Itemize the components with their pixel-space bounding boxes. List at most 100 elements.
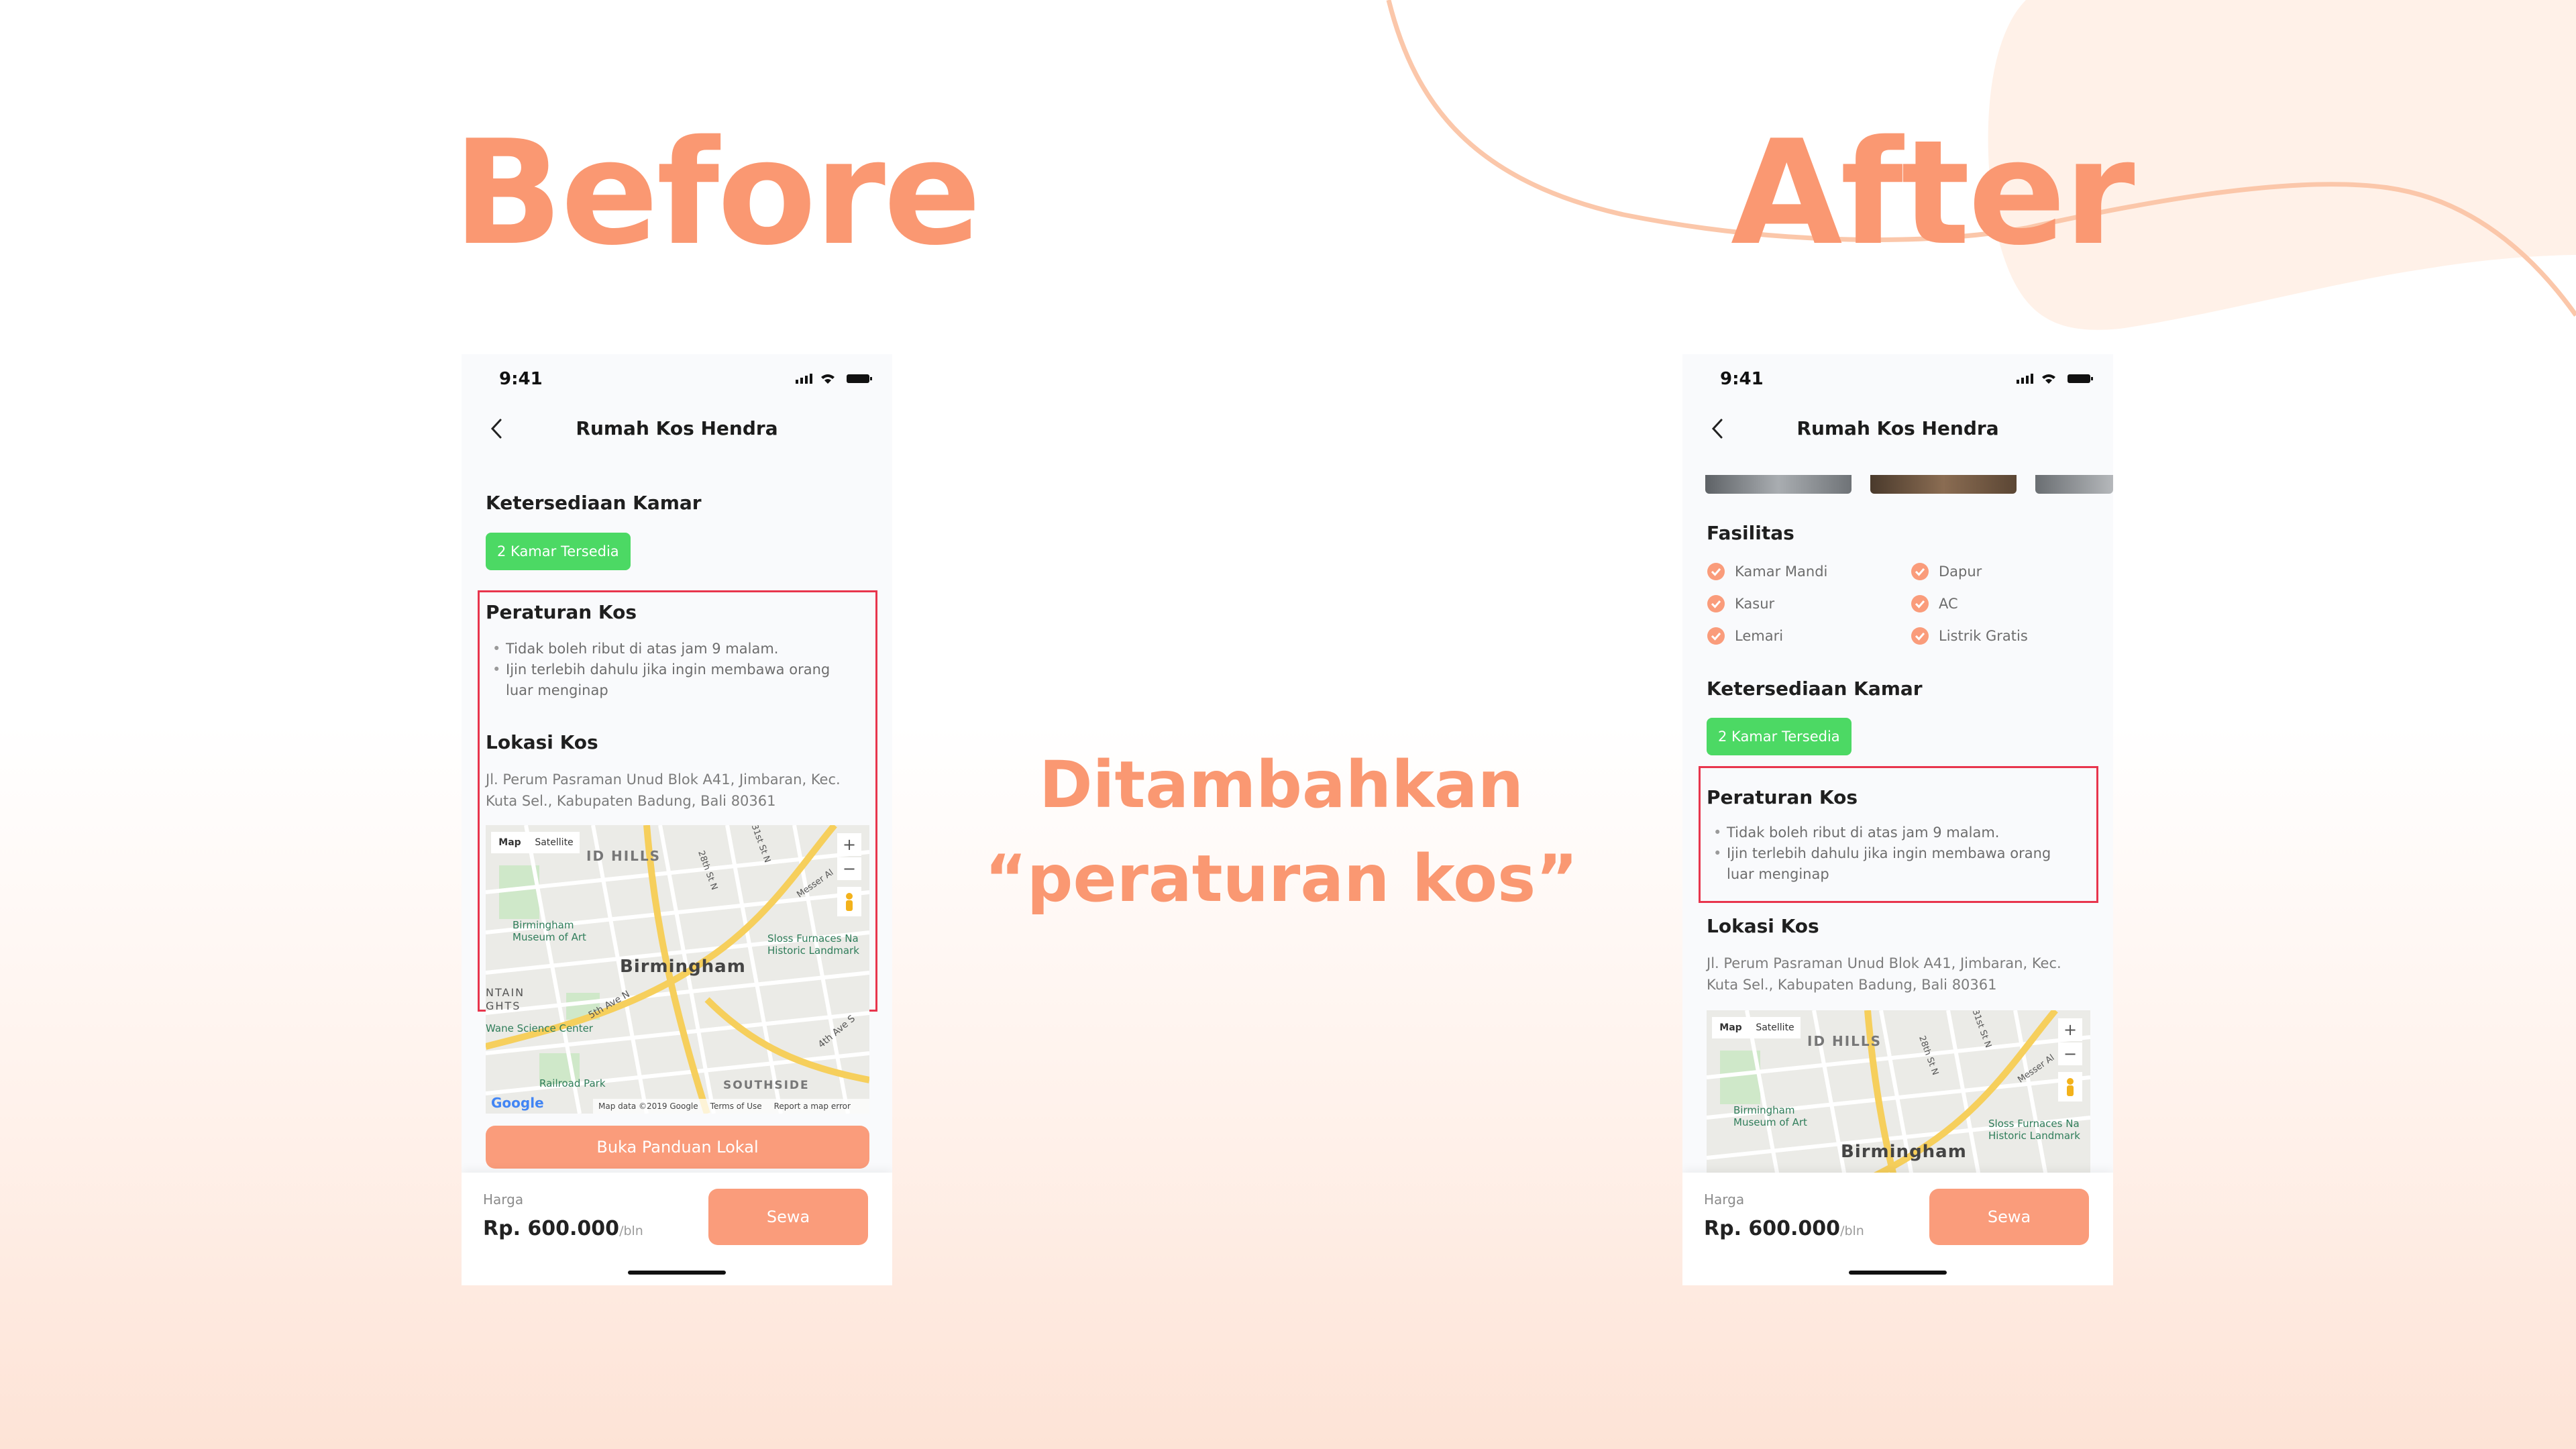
after-heading: After [1731,109,2135,277]
price-unit: /bln [619,1224,643,1238]
change-caption: Ditambahkan “peraturan kos” [939,738,1623,926]
rule-item: Tidak boleh ribut di atas jam 9 malam. [1707,822,2082,843]
location-title: Lokasi Kos [1707,915,1819,937]
location-title: Lokasi Kos [486,731,598,753]
map-label: Sloss Furnaces Na Historic Landmark [1988,1118,2080,1142]
zoom-in-button[interactable]: + [837,833,861,856]
map-label: NTAIN GHTS [486,986,525,1012]
facility-label: Lemari [1735,628,1784,644]
check-icon [1911,595,1929,612]
background-decoration [1386,0,2576,330]
map-city-label: Birmingham [620,957,746,977]
rules-list: Tidak boleh ribut di atas jam 9 malam. I… [1707,822,2082,885]
check-icon [1911,563,1929,580]
price-value: Rp. 600.000/bln [483,1217,643,1240]
facility-item: Listrik Gratis [1911,620,2098,652]
price-amount: Rp. 600.000 [1704,1217,1841,1240]
home-indicator [628,1271,726,1275]
room-photo[interactable] [1870,475,2017,494]
page-title: Rumah Kos Hendra [1796,417,1999,439]
check-icon [1911,627,1929,645]
map-label: ID HILLS [586,848,661,864]
availability-title: Ketersediaan Kamar [1707,678,1923,700]
zoom-out-label: − [842,859,857,878]
report-link[interactable]: Report a map error [774,1099,851,1114]
map-label: Wane Science Center [486,1022,593,1034]
street-view-icon[interactable] [837,887,861,916]
caption-line-2: “peraturan kos” [984,841,1578,916]
map-label: ID HILLS [1807,1033,1882,1049]
price-unit: /bln [1840,1224,1864,1238]
facility-label: Listrik Gratis [1939,628,2028,644]
map-label: Sloss Furnaces Na Historic Landmark [767,932,859,957]
zoom-out-label: − [2063,1044,2078,1063]
address-text: Jl. Perum Pasraman Unud Blok A41, Jimbar… [486,771,841,809]
map-data-text: Map data ©2019 Google [598,1102,698,1111]
rent-button[interactable]: Sewa [1929,1189,2089,1245]
map-footer: Map data ©2019 Google Terms of Use Repor… [593,1099,869,1114]
map-label: Railroad Park [539,1077,606,1089]
address-text: Jl. Perum Pasraman Unud Blok A41, Jimbar… [1707,955,2061,993]
availability-title: Ketersediaan Kamar [486,492,702,514]
rent-button[interactable]: Sewa [708,1189,868,1245]
facilities-title: Fasilitas [1707,522,1794,544]
facility-item: AC [1911,588,2098,620]
before-phone-screen: 9:41 Rumah Kos Hendra Ketersediaan Kamar… [462,354,892,1285]
page-title: Rumah Kos Hendra [576,417,778,439]
facilities-right: Dapur AC Listrik Gratis [1911,555,2098,652]
map-tab-map[interactable]: Map [1712,1017,1750,1038]
after-phone-screen: 9:41 Rumah Kos Hendra Fasilitas Kamar Ma… [1682,354,2113,1285]
local-guide-button[interactable]: Buka Panduan Lokal [486,1126,869,1169]
zoom-in-label: + [842,835,857,854]
home-indicator [1849,1271,1947,1275]
map-view[interactable]: Map Satellite ID HILLS Birmingham Museum… [486,825,869,1114]
rules-title: Peraturan Kos [486,601,637,623]
caption-line-1: Ditambahkan [1038,747,1524,822]
zoom-out-button[interactable]: − [2058,1042,2082,1065]
room-photo[interactable] [2035,475,2113,494]
zoom-in-label: + [2063,1020,2078,1039]
availability-badge: 2 Kamar Tersedia [1707,718,1851,755]
facility-label: Dapur [1939,564,1982,580]
rules-list: Tidak boleh ribut di atas jam 9 malam. I… [486,639,861,701]
status-icons [2017,374,2093,384]
facilities-left: Kamar Mandi Kasur Lemari [1707,555,1894,652]
rules-title: Peraturan Kos [1707,786,1858,808]
price-amount: Rp. 600.000 [483,1217,620,1240]
map-city-label: Birmingham [1841,1142,1967,1162]
before-heading: Before [453,109,981,277]
facility-label: AC [1939,596,1958,612]
price-label: Harga [1704,1191,1745,1208]
availability-badge: 2 Kamar Tersedia [486,533,631,570]
status-time: 9:41 [1720,369,1764,389]
price-value: Rp. 600.000/bln [1704,1217,1864,1240]
zoom-out-button[interactable]: − [837,857,861,880]
status-time: 9:41 [499,369,543,389]
check-icon [1707,595,1725,612]
facility-item: Kamar Mandi [1707,555,1894,588]
bottom-price-bar: Harga Rp. 600.000/bln Sewa [462,1173,892,1285]
photo-strip[interactable] [1682,475,2113,494]
facility-label: Kamar Mandi [1735,564,1828,580]
price-label: Harga [483,1191,524,1208]
map-label: Birmingham Museum of Art [1733,1104,1807,1128]
map-label: Birmingham Museum of Art [513,919,586,943]
rule-item: Ijin terlebih dahulu jika ingin membawa … [1707,843,2082,885]
rule-item: Ijin terlebih dahulu jika ingin membawa … [486,659,861,701]
map-tab-map[interactable]: Map [491,832,529,853]
zoom-in-button[interactable]: + [2058,1018,2082,1041]
map-label: SOUTHSIDE [723,1079,810,1092]
status-icons [796,374,872,384]
check-icon [1707,627,1725,645]
room-photo[interactable] [1705,475,1851,494]
bottom-price-bar: Harga Rp. 600.000/bln Sewa [1682,1173,2113,1285]
facility-label: Kasur [1735,596,1775,612]
street-view-icon[interactable] [2058,1072,2082,1102]
google-logo: Google [491,1095,544,1111]
terms-link[interactable]: Terms of Use [710,1099,762,1114]
facility-item: Dapur [1911,555,2098,588]
rule-item: Tidak boleh ribut di atas jam 9 malam. [486,639,861,659]
map-tab-satellite[interactable]: Satellite [1750,1017,1801,1038]
map-tab-satellite[interactable]: Satellite [529,832,580,853]
facility-item: Kasur [1707,588,1894,620]
